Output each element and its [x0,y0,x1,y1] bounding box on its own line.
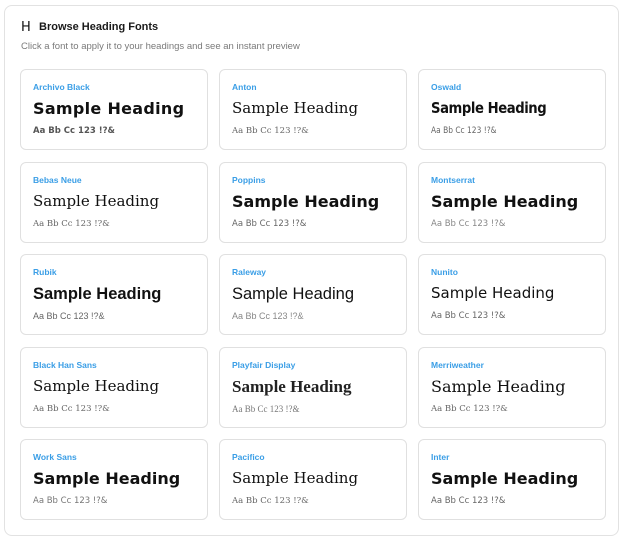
sample-heading: Sample Heading [232,469,359,488]
panel-header: H Browse Heading Fonts [21,21,158,34]
font-browser-panel: H Browse Heading Fonts Click a font to a… [4,5,619,536]
character-preview: Aa Bb Cc 123 !?& [431,496,506,507]
font-card-archivo-black[interactable]: Archivo Black Sample Heading Aa Bb Cc 12… [20,69,208,150]
sample-heading: Sample Heading [232,99,359,117]
sample-heading: Sample Heading [431,284,555,303]
font-card-raleway[interactable]: Raleway Sample Heading Aa Bb Cc 123 !?& [219,254,407,336]
heading-icon: H [21,20,31,35]
character-preview: Aa Bb Cc 123 !?& [33,311,105,322]
font-name: Black Han Sans [33,359,97,370]
font-card-black-han-sans[interactable]: Black Han Sans Sample Heading Aa Bb Cc 1… [20,346,208,428]
character-preview: Aa Bb Cc 123 !?& [33,403,110,414]
character-preview: Aa Bb Cc 123 !?& [232,311,304,322]
panel-subtitle: Click a font to apply it to your heading… [21,41,300,52]
font-card-work-sans[interactable]: Work Sans Sample Heading Aa Bb Cc 123 !?… [20,439,208,521]
sample-heading: Sample Heading [431,469,579,489]
character-preview: Aa Bb Cc 123 !?& [232,218,307,229]
font-name: Montserrat [431,174,475,185]
font-card-anton[interactable]: Anton Sample Heading Aa Bb Cc 123 !?& [219,69,407,150]
font-name: Playfair Display [232,359,296,370]
sample-heading: Sample Heading [33,376,160,395]
font-name: Merriweather [431,359,484,370]
sample-heading: Sample Heading [33,99,185,118]
font-name: Oswald [431,82,462,92]
sample-heading: Sample Heading [232,285,354,304]
font-name: Archivo Black [33,82,90,92]
font-card-nunito[interactable]: Nunito Sample Heading Aa Bb Cc 123 !?& [418,254,606,336]
font-card-rubik[interactable]: Rubik Sample Heading Aa Bb Cc 123 !?& [20,254,208,336]
font-card-montserrat[interactable]: Montserrat Sample Heading Aa Bb Cc 123 !… [418,161,606,243]
character-preview: Aa Bb Cc 123 !?& [232,496,309,507]
character-preview: Aa Bb Cc 123 !?& [232,126,309,136]
sample-heading: Sample Heading [232,376,352,396]
font-name: Anton [232,82,257,92]
font-card-pacifico[interactable]: Pacifico Sample Heading Aa Bb Cc 123 !?& [219,439,407,521]
sample-heading: Sample Heading [232,191,380,211]
font-name: Inter [431,452,450,463]
sample-heading: Sample Heading [33,285,162,304]
font-card-merriweather[interactable]: Merriweather Sample Heading Aa Bb Cc 123… [418,346,606,428]
font-card-playfair-display[interactable]: Playfair Display Sample Heading Aa Bb Cc… [219,346,407,428]
sample-heading: Sample Heading [431,99,547,117]
font-name: Work Sans [33,452,77,463]
font-name: Rubik [33,267,57,278]
font-name: Raleway [232,267,267,278]
character-preview: Aa Bb Cc 123 !?& [431,218,506,229]
sample-heading: Sample Heading [33,191,160,210]
sample-heading: Sample Heading [33,469,181,489]
font-name: Poppins [232,174,266,185]
font-name: Pacifico [232,452,265,463]
panel-title: Browse Heading Fonts [39,21,159,33]
font-card-poppins[interactable]: Poppins Sample Heading Aa Bb Cc 123 !?& [219,161,407,243]
sample-heading: Sample Heading [431,376,566,396]
font-card-oswald[interactable]: Oswald Sample Heading Aa Bb Cc 123 !?& [418,69,606,150]
character-preview: Aa Bb Cc 123 !?& [232,403,300,414]
character-preview: Aa Bb Cc 123 !?& [431,311,506,322]
font-name: Bebas Neue [33,174,82,185]
font-name: Nunito [431,267,458,278]
font-card-inter[interactable]: Inter Sample Heading Aa Bb Cc 123 !?& [418,439,606,521]
character-preview: Aa Bb Cc 123 !?& [33,496,108,507]
character-preview: Aa Bb Cc 123 !?& [33,126,115,136]
sample-heading: Sample Heading [431,191,579,211]
character-preview: Aa Bb Cc 123 !?& [431,126,497,136]
font-card-bebas-neue[interactable]: Bebas Neue Sample Heading Aa Bb Cc 123 !… [20,161,208,243]
character-preview: Aa Bb Cc 123 !?& [33,218,110,229]
font-grid: Archivo Black Sample Heading Aa Bb Cc 12… [20,69,606,521]
character-preview: Aa Bb Cc 123 !?& [431,403,508,414]
